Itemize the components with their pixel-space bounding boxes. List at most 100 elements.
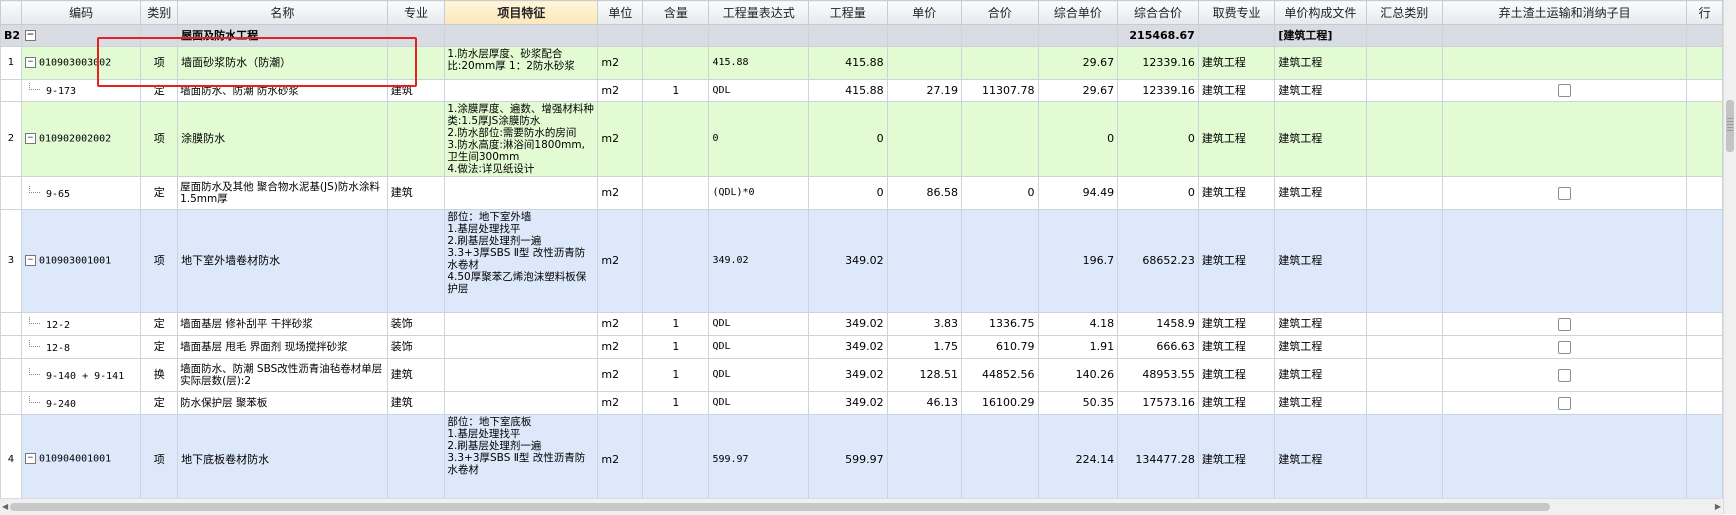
item-waste-transport[interactable] <box>1441 312 1688 336</box>
item-total-price[interactable]: 610.79 <box>961 335 1039 359</box>
item-specialty[interactable]: 建筑 <box>386 176 446 210</box>
collapse-icon[interactable]: − <box>24 254 36 266</box>
col-header-quantity[interactable]: 工程量 <box>808 0 888 25</box>
item-name[interactable]: 防水保护层 聚苯板 <box>177 391 388 415</box>
item-feature[interactable] <box>444 358 599 392</box>
item-fee-specialty[interactable]: 建筑工程 <box>1197 101 1276 177</box>
waste-transport-checkbox[interactable] <box>1558 368 1572 382</box>
col-header-total-price[interactable]: 合价 <box>961 0 1039 25</box>
item-quantity[interactable]: 349.02 <box>808 358 888 392</box>
item-content[interactable] <box>642 101 710 177</box>
item-unit[interactable]: m2 <box>597 391 644 415</box>
col-header-fee-specialty[interactable]: 取费专业 <box>1197 0 1276 25</box>
item-comp-total[interactable]: 0 <box>1117 101 1199 177</box>
item-comp-unit-price[interactable]: 94.49 <box>1037 176 1119 210</box>
item-comp-unit-price[interactable]: 4.18 <box>1037 312 1119 336</box>
item-price-file[interactable]: 建筑工程 <box>1274 335 1367 359</box>
item-comp-unit-price[interactable]: 224.14 <box>1037 414 1119 498</box>
item-extra[interactable] <box>1686 358 1723 392</box>
item-summary-type[interactable] <box>1365 176 1443 210</box>
item-quantity[interactable]: 415.88 <box>808 79 888 102</box>
item-fee-specialty[interactable]: 建筑工程 <box>1197 335 1276 359</box>
item-name[interactable]: 墙面防水、防潮 防水砂浆 <box>177 79 388 102</box>
item-feature[interactable] <box>444 335 599 359</box>
item-content[interactable]: 1 <box>642 358 710 392</box>
item-extra[interactable] <box>1686 414 1723 498</box>
item-waste-transport[interactable] <box>1441 176 1688 210</box>
item-total-price[interactable]: 44852.56 <box>961 358 1039 392</box>
item-unit[interactable]: m2 <box>597 358 644 392</box>
item-unit[interactable]: m2 <box>597 79 644 102</box>
item-expression[interactable]: 415.88 <box>708 46 809 80</box>
item-total-price[interactable]: 11307.78 <box>961 79 1039 102</box>
item-category[interactable]: 定 <box>140 176 179 210</box>
item-code[interactable]: 12-8 <box>20 335 142 359</box>
item-waste-transport[interactable] <box>1441 209 1688 313</box>
item-summary-type[interactable] <box>1365 46 1443 80</box>
waste-transport-checkbox[interactable] <box>1558 340 1572 354</box>
item-price-file[interactable]: 建筑工程 <box>1274 209 1367 313</box>
item-summary-type[interactable] <box>1365 101 1443 177</box>
item-price-file[interactable]: 建筑工程 <box>1274 414 1367 498</box>
item-quantity[interactable]: 349.02 <box>808 209 888 313</box>
col-header-content[interactable]: 含量 <box>642 0 710 25</box>
item-extra[interactable] <box>1686 335 1723 359</box>
item-waste-transport[interactable] <box>1441 46 1688 80</box>
item-comp-total[interactable]: 134477.28 <box>1117 414 1199 498</box>
quota-row[interactable]: 9-140 + 9-141 换墙面防水、防潮 SBS改性沥青油毡卷材单层 实际层数… <box>0 358 1723 392</box>
item-unit-price[interactable] <box>886 101 963 177</box>
item-comp-unit-price[interactable]: 29.67 <box>1037 46 1119 80</box>
item-total-price[interactable]: 16100.29 <box>961 391 1039 415</box>
item-content[interactable]: 1 <box>642 335 710 359</box>
item-comp-unit-price[interactable]: 196.7 <box>1037 209 1119 313</box>
item-name[interactable]: 地下室外墙卷材防水 <box>177 209 388 313</box>
item-unit[interactable]: m2 <box>597 414 644 498</box>
collapse-icon[interactable]: − <box>24 132 36 144</box>
item-category[interactable]: 换 <box>140 358 179 392</box>
item-feature[interactable]: 1.涂膜厚度、遍数、增强材料种类:1.5厚JS涂膜防水 2.防水部位:需要防水的房… <box>444 101 599 177</box>
scroll-right-icon[interactable]: ▶ <box>1715 502 1721 511</box>
collapse-icon[interactable]: − <box>24 56 36 68</box>
vertical-scrollbar[interactable] <box>1723 0 1736 514</box>
quota-row[interactable]: 9-173 定墙面防水、防潮 防水砂浆 建筑 m2 1 QDL 415.88 27.19 113… <box>0 79 1723 102</box>
item-specialty[interactable]: 装饰 <box>386 335 446 359</box>
item-quantity[interactable]: 599.97 <box>808 414 888 498</box>
col-header-category[interactable]: 类别 <box>140 0 179 25</box>
item-unit-price[interactable]: 86.58 <box>886 176 963 210</box>
item-unit[interactable]: m2 <box>597 335 644 359</box>
item-unit[interactable]: m2 <box>597 101 644 177</box>
item-summary-type[interactable] <box>1365 358 1443 392</box>
quota-row[interactable]: 12-8 定墙面基层 甩毛 界面剂 现场搅拌砂浆 装饰 m2 1 QDL 349.02 1.7… <box>0 335 1723 359</box>
col-header-feature[interactable]: 项目特征 <box>444 0 599 25</box>
item-extra[interactable] <box>1686 79 1723 102</box>
item-unit-price[interactable] <box>886 209 963 313</box>
item-price-file[interactable]: 建筑工程 <box>1274 358 1367 392</box>
item-fee-specialty[interactable]: 建筑工程 <box>1197 414 1276 498</box>
col-header-summary-type[interactable]: 汇总类别 <box>1365 0 1443 25</box>
item-summary-type[interactable] <box>1365 209 1443 313</box>
item-category[interactable]: 定 <box>140 391 179 415</box>
scroll-left-icon[interactable]: ◀ <box>2 502 8 511</box>
item-feature[interactable]: 部位：地下室底板 1.基层处理找平 2.刷基层处理剂一遍 3.3+3厚SBS Ⅱ型 改… <box>444 414 599 498</box>
item-comp-total[interactable]: 17573.16 <box>1117 391 1199 415</box>
item-specialty[interactable] <box>386 46 446 80</box>
item-unit-price[interactable]: 128.51 <box>886 358 963 392</box>
item-feature[interactable] <box>444 176 599 210</box>
item-code[interactable]: −010904001001 <box>20 414 142 498</box>
item-content[interactable] <box>642 176 710 210</box>
item-quantity[interactable]: 0 <box>808 101 888 177</box>
item-summary-type[interactable] <box>1365 335 1443 359</box>
item-name[interactable]: 墙面砂浆防水（防潮） <box>177 46 388 80</box>
item-feature[interactable] <box>444 391 599 415</box>
item-category[interactable]: 定 <box>140 335 179 359</box>
item-price-file[interactable]: 建筑工程 <box>1274 312 1367 336</box>
item-content[interactable] <box>642 414 710 498</box>
quota-row[interactable]: 9-240 定防水保护层 聚苯板 建筑 m2 1 QDL 349.02 46.13 16100.… <box>0 391 1723 415</box>
item-unit-price[interactable] <box>886 414 963 498</box>
bill-item-row[interactable]: 4−010904001001 项地下底板卷材防水 部位：地下室底板 1.基层处理找平 2… <box>0 414 1723 498</box>
item-expression[interactable]: 599.97 <box>708 414 809 498</box>
item-name[interactable]: 屋面防水及其他 聚合物水泥基(JS)防水涂料 1.5mm厚 <box>177 176 388 210</box>
item-code[interactable]: 9-240 <box>20 391 142 415</box>
item-fee-specialty[interactable]: 建筑工程 <box>1197 391 1276 415</box>
item-waste-transport[interactable] <box>1441 414 1688 498</box>
